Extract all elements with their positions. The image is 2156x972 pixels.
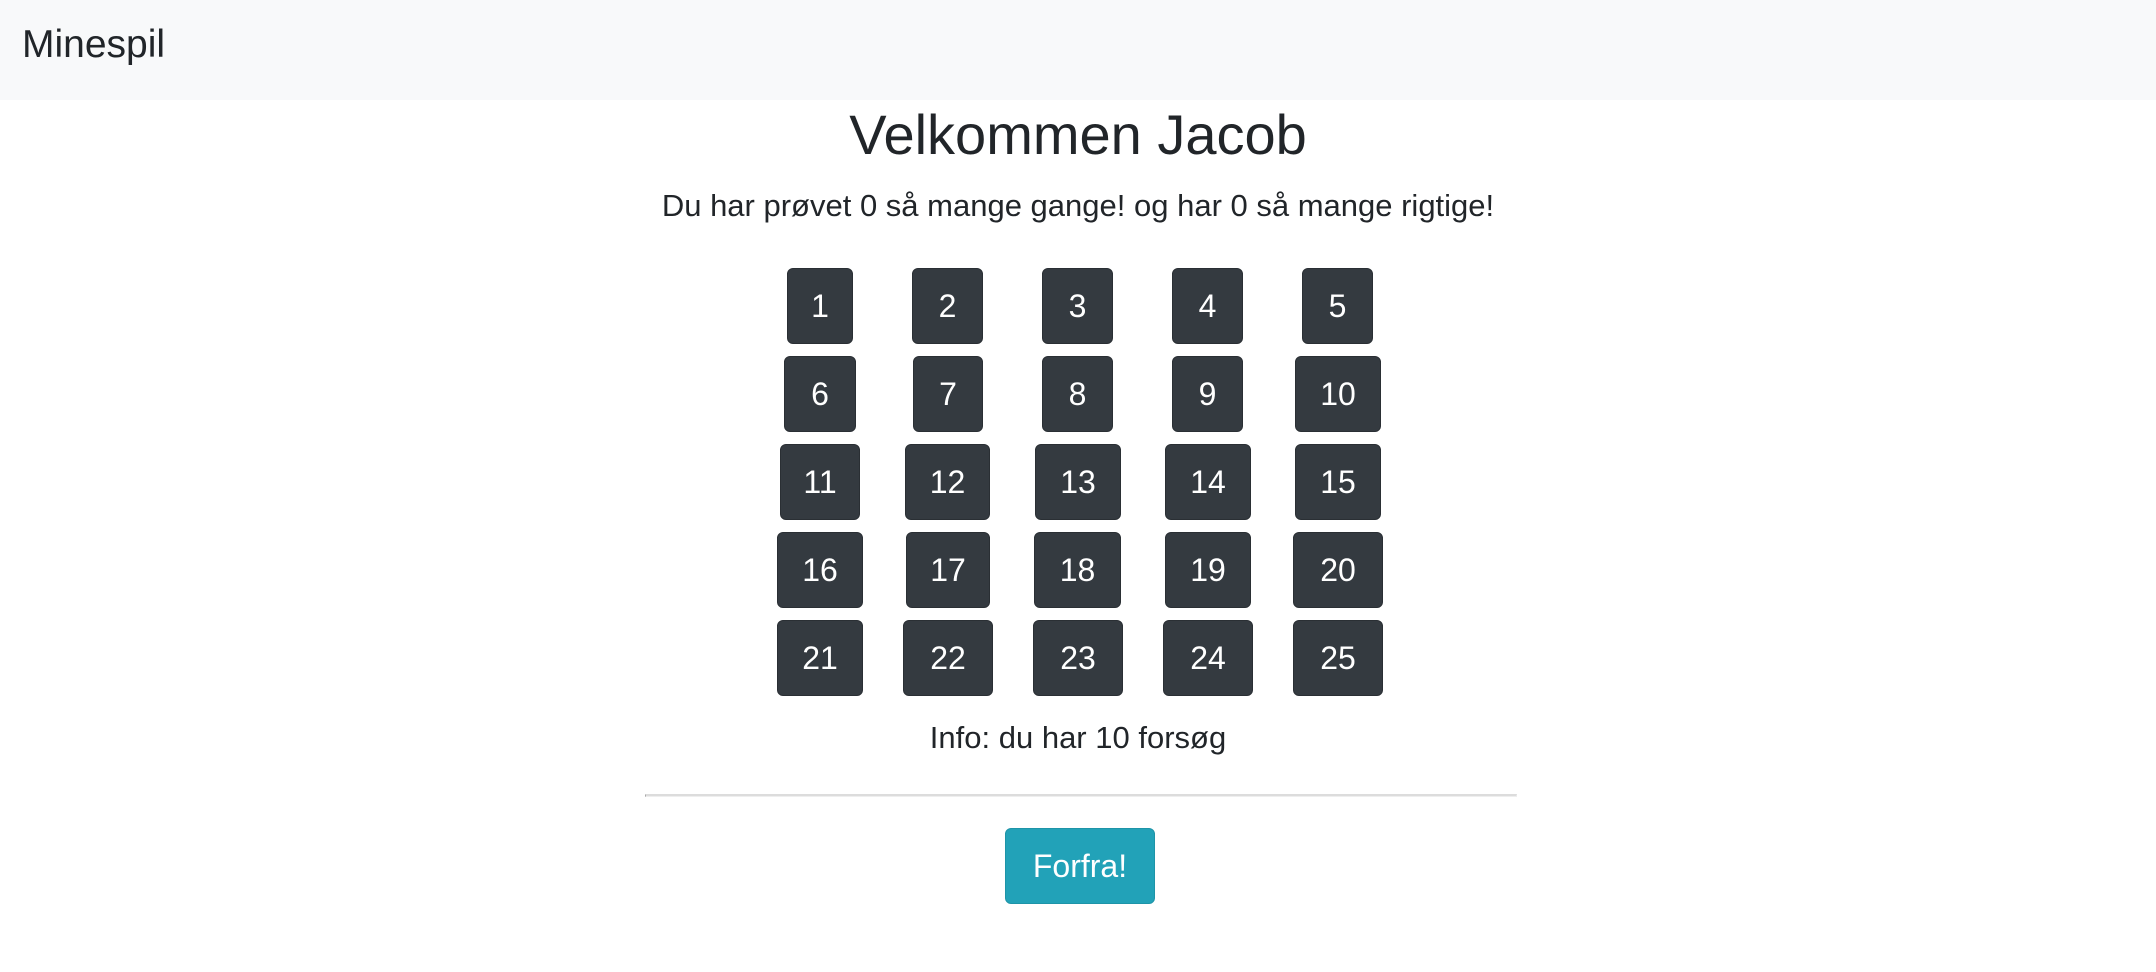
mine-tile[interactable]: 5 [1302, 268, 1373, 344]
attempts-summary: Du har prøvet 0 så mange gange! og har 0… [661, 188, 1495, 223]
mine-tile[interactable]: 8 [1042, 356, 1113, 432]
page-title: Velkommen Jacob [849, 103, 1307, 166]
mine-tile[interactable]: 7 [913, 356, 983, 432]
divider [645, 794, 1517, 797]
mine-tile[interactable]: 15 [1295, 444, 1381, 520]
mine-tile[interactable]: 19 [1165, 532, 1251, 608]
navbar-brand[interactable]: Minespil [22, 22, 165, 68]
mine-tile[interactable]: 16 [777, 532, 863, 608]
mine-tile[interactable]: 9 [1172, 356, 1243, 432]
mine-tile[interactable]: 11 [780, 444, 860, 520]
mine-tile[interactable]: 20 [1293, 532, 1383, 608]
mine-grid: 1 2 3 4 5 6 7 8 9 10 11 12 13 14 15 16 1… [0, 268, 2156, 698]
mine-tile[interactable]: 23 [1033, 620, 1123, 696]
mine-tile[interactable]: 13 [1035, 444, 1121, 520]
mine-tile[interactable]: 2 [912, 268, 983, 344]
mine-tile[interactable]: 18 [1034, 532, 1121, 608]
mine-tile[interactable]: 1 [787, 268, 853, 344]
mine-tile[interactable]: 3 [1042, 268, 1113, 344]
mine-tile[interactable]: 6 [784, 356, 856, 432]
mine-tile[interactable]: 12 [905, 444, 990, 520]
mine-tile[interactable]: 22 [903, 620, 993, 696]
mine-tile[interactable]: 17 [906, 532, 990, 608]
reset-button[interactable]: Forfra! [1005, 828, 1155, 904]
mine-tile[interactable]: 25 [1293, 620, 1383, 696]
info-text: Info: du har 10 forsøg [929, 720, 1227, 755]
mine-tile[interactable]: 10 [1295, 356, 1381, 432]
navbar: Minespil [0, 0, 2156, 100]
mine-tile[interactable]: 24 [1163, 620, 1253, 696]
mine-tile[interactable]: 4 [1172, 268, 1243, 344]
mine-tile[interactable]: 14 [1165, 444, 1251, 520]
mine-tile[interactable]: 21 [777, 620, 863, 696]
